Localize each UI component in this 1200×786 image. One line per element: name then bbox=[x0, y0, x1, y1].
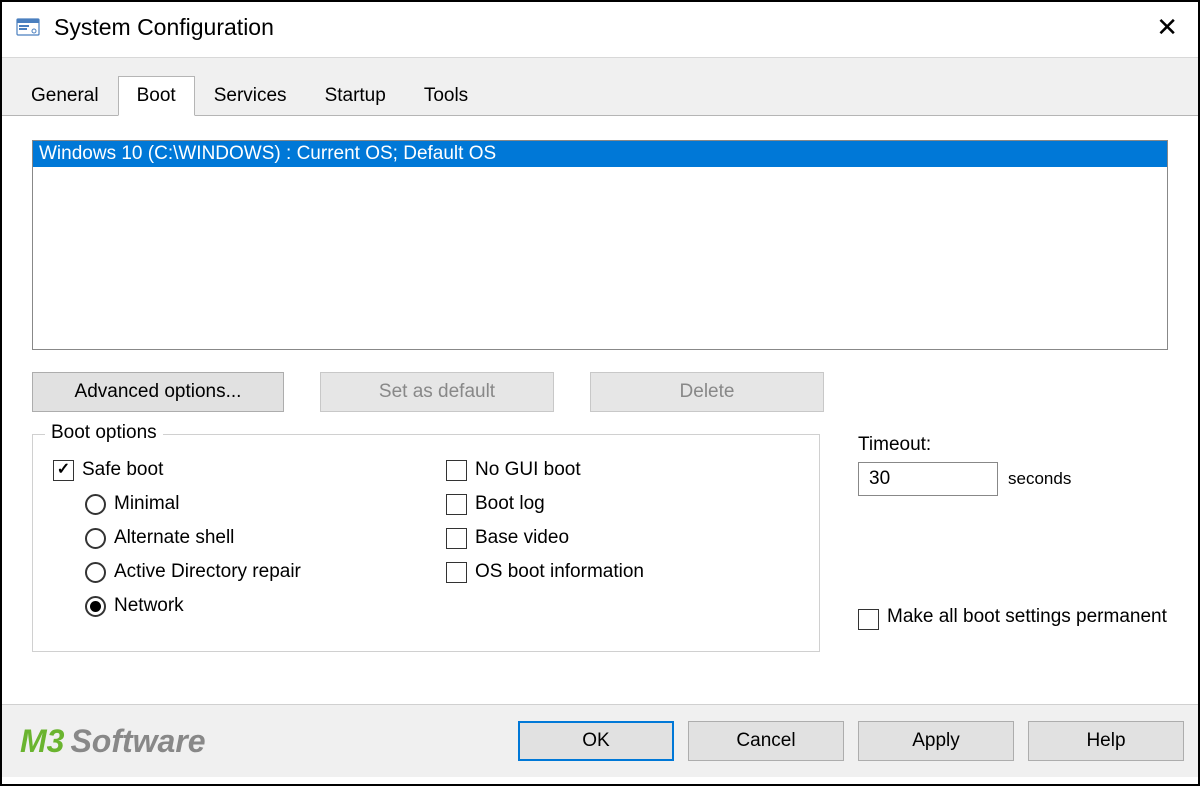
boot-options-group: Boot options Safe boot Minimal bbox=[32, 434, 820, 652]
radio-network[interactable]: Network bbox=[85, 595, 406, 617]
no-gui-boot-label: No GUI boot bbox=[475, 459, 581, 481]
timeout-label: Timeout: bbox=[858, 434, 1168, 456]
help-button[interactable]: Help bbox=[1028, 721, 1184, 761]
os-list[interactable]: Windows 10 (C:\WINDOWS) : Current OS; De… bbox=[32, 140, 1168, 350]
checkbox-icon bbox=[446, 494, 467, 515]
footer-bar: M3 Software OK Cancel Apply Help bbox=[2, 705, 1198, 777]
brand-prefix: M3 bbox=[20, 723, 64, 760]
ok-button[interactable]: OK bbox=[518, 721, 674, 761]
title-bar: System Configuration ✕ bbox=[2, 2, 1198, 57]
boot-panel: Windows 10 (C:\WINDOWS) : Current OS; De… bbox=[2, 115, 1198, 705]
checkbox-icon bbox=[446, 528, 467, 549]
radio-ad-repair-label: Active Directory repair bbox=[114, 561, 301, 583]
tab-boot[interactable]: Boot bbox=[118, 76, 195, 116]
tab-tools[interactable]: Tools bbox=[405, 78, 487, 115]
safe-boot-label: Safe boot bbox=[82, 459, 163, 481]
radio-alternate-shell[interactable]: Alternate shell bbox=[85, 527, 406, 549]
make-permanent-label: Make all boot settings permanent bbox=[887, 606, 1167, 628]
checkbox-icon bbox=[446, 460, 467, 481]
delete-button: Delete bbox=[590, 372, 824, 412]
tab-services[interactable]: Services bbox=[195, 78, 306, 115]
radio-icon bbox=[85, 528, 106, 549]
advanced-options-button[interactable]: Advanced options... bbox=[32, 372, 284, 412]
radio-minimal-label: Minimal bbox=[114, 493, 179, 515]
tab-startup[interactable]: Startup bbox=[306, 78, 405, 115]
footer-buttons: OK Cancel Apply Help bbox=[518, 721, 1184, 761]
cancel-button[interactable]: Cancel bbox=[688, 721, 844, 761]
radio-icon bbox=[85, 596, 106, 617]
radio-network-label: Network bbox=[114, 595, 184, 617]
os-boot-info-checkbox[interactable]: OS boot information bbox=[446, 561, 799, 583]
brand-logo: M3 Software bbox=[20, 723, 518, 760]
boot-log-label: Boot log bbox=[475, 493, 545, 515]
checkbox-icon bbox=[446, 562, 467, 583]
brand-name: Software bbox=[70, 723, 205, 760]
boot-options-legend: Boot options bbox=[45, 422, 163, 444]
no-gui-boot-checkbox[interactable]: No GUI boot bbox=[446, 459, 799, 481]
tab-strip: General Boot Services Startup Tools bbox=[2, 57, 1198, 115]
base-video-checkbox[interactable]: Base video bbox=[446, 527, 799, 549]
safe-boot-checkbox[interactable]: Safe boot bbox=[53, 459, 406, 481]
checkbox-icon bbox=[53, 460, 74, 481]
radio-minimal[interactable]: Minimal bbox=[85, 493, 406, 515]
checkbox-icon bbox=[858, 609, 879, 630]
os-entry-selected[interactable]: Windows 10 (C:\WINDOWS) : Current OS; De… bbox=[33, 141, 1167, 167]
tab-general[interactable]: General bbox=[12, 78, 118, 115]
radio-icon bbox=[85, 562, 106, 583]
radio-alternate-shell-label: Alternate shell bbox=[114, 527, 234, 549]
boot-log-checkbox[interactable]: Boot log bbox=[446, 493, 799, 515]
base-video-label: Base video bbox=[475, 527, 569, 549]
set-as-default-button: Set as default bbox=[320, 372, 554, 412]
apply-button[interactable]: Apply bbox=[858, 721, 1014, 761]
radio-icon bbox=[85, 494, 106, 515]
make-permanent-checkbox[interactable]: Make all boot settings permanent bbox=[858, 606, 1168, 630]
timeout-input[interactable] bbox=[858, 462, 998, 496]
window-title: System Configuration bbox=[54, 14, 1150, 41]
os-boot-info-label: OS boot information bbox=[475, 561, 644, 583]
app-icon bbox=[16, 16, 40, 40]
timeout-column: Timeout: seconds Make all boot settings … bbox=[858, 434, 1168, 652]
close-icon[interactable]: ✕ bbox=[1150, 12, 1184, 43]
safe-boot-mode-group: Minimal Alternate shell Active Directory… bbox=[85, 493, 406, 617]
timeout-unit: seconds bbox=[1008, 469, 1071, 489]
radio-ad-repair[interactable]: Active Directory repair bbox=[85, 561, 406, 583]
os-action-buttons: Advanced options... Set as default Delet… bbox=[32, 372, 1168, 412]
